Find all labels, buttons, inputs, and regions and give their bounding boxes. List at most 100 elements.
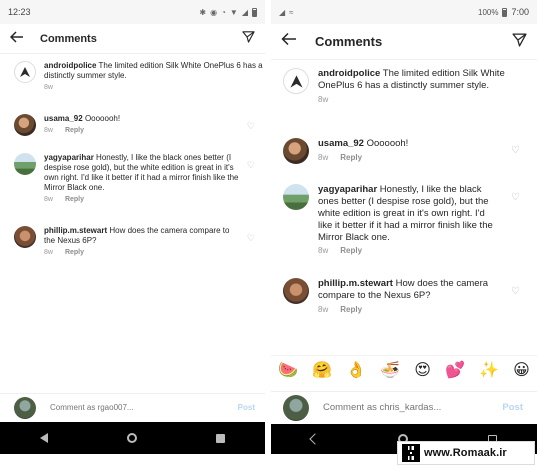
avatar[interactable] <box>283 68 309 94</box>
comment-meta: 8w Reply <box>318 153 537 162</box>
signal-icon: ◢ <box>279 7 286 17</box>
heart-icon[interactable]: ♡ <box>247 121 255 132</box>
avatar[interactable] <box>14 153 36 175</box>
comment-input[interactable] <box>50 403 238 412</box>
emoji-hugging-face[interactable]: 🤗 <box>312 360 332 379</box>
emoji-sparkles[interactable]: ✨ <box>479 360 499 379</box>
paper-plane-icon[interactable] <box>242 30 255 48</box>
comment-meta: 8w <box>44 84 265 91</box>
avatar[interactable] <box>283 138 309 164</box>
avatar[interactable] <box>14 61 36 83</box>
page-title: Comments <box>40 32 97 45</box>
comment-text: androidpolice The limited edition Silk W… <box>44 61 265 81</box>
emoji-ok-hand[interactable]: 👌 <box>346 360 366 379</box>
reply-button[interactable]: Reply <box>340 153 362 162</box>
battery-icon <box>502 7 508 17</box>
heart-icon[interactable]: ♡ <box>247 233 255 244</box>
comment-username[interactable]: yagyaparihar <box>318 184 377 195</box>
heart-icon[interactable]: ♡ <box>247 160 255 171</box>
avatar <box>283 394 309 421</box>
comment-body: androidpolice The limited edition Silk W… <box>318 68 537 104</box>
comment-composer: Post <box>0 393 265 421</box>
comment-body: phillip.m.stewart How does the camera co… <box>44 226 265 256</box>
comment-body: phillip.m.stewart How does the camera co… <box>318 278 537 314</box>
comment-age: 8w <box>44 196 53 203</box>
avatar <box>14 396 36 419</box>
comment-meta: 8w Reply <box>44 127 265 134</box>
comment-item: phillip.m.stewart How does the camera co… <box>0 226 265 256</box>
comment-username[interactable]: phillip.m.stewart <box>44 226 107 235</box>
avatar[interactable] <box>14 114 36 136</box>
wifi-icon: ▼ <box>229 7 238 17</box>
heart-icon[interactable]: ♡ <box>511 286 520 297</box>
comment-age: 8w <box>44 84 53 91</box>
comment-composer: Post <box>271 391 537 423</box>
emoji-grinning[interactable]: 😀 <box>513 360 530 379</box>
comment-input[interactable] <box>323 402 503 413</box>
reply-button[interactable]: Reply <box>340 246 362 255</box>
avatar[interactable] <box>14 226 36 248</box>
app-bar: Comments <box>271 24 537 60</box>
comment-username[interactable]: androidpolice <box>318 68 380 79</box>
battery-percent: 100% <box>478 7 499 17</box>
caption-comment: androidpolice The limited edition Silk W… <box>0 61 265 91</box>
comment-username[interactable]: usama_92 <box>318 138 364 149</box>
status-bar: ◢ ≈ 100% 7:00 <box>271 0 537 24</box>
alarm-icon: ◔ <box>221 7 226 17</box>
reply-button[interactable]: Reply <box>340 305 362 314</box>
post-button[interactable]: Post <box>238 403 255 412</box>
comment-meta: 8w Reply <box>44 196 239 203</box>
comment-body: usama_92 Ooooooh! 8w Reply <box>318 138 537 164</box>
emoji-two-hearts[interactable]: 💕 <box>445 360 465 379</box>
signal-icon: ◢ <box>241 7 248 17</box>
comment-text: phillip.m.stewart How does the camera co… <box>318 278 497 302</box>
heart-icon[interactable]: ♡ <box>511 192 520 203</box>
wifi-icon: ≈ <box>289 7 294 17</box>
status-icons: 100% 7:00 <box>478 7 529 17</box>
heart-icon[interactable]: ♡ <box>511 145 520 156</box>
comment-username[interactable]: usama_92 <box>44 114 83 123</box>
emoji-heart-eyes[interactable]: 😍 <box>414 360 431 379</box>
nav-back-icon[interactable] <box>309 433 321 445</box>
comment-message: Ooooooh! <box>84 114 121 123</box>
avatar[interactable] <box>283 278 309 304</box>
emoji-quick-bar: 🍉 🤗 👌 🍜 😍 💕 ✨ 😀 <box>271 355 537 383</box>
nav-recents-icon[interactable] <box>216 433 226 443</box>
android-police-logo-icon <box>289 74 303 88</box>
emoji-noodles[interactable]: 🍜 <box>380 360 400 379</box>
comment-username[interactable]: androidpolice <box>44 61 96 70</box>
nav-home-icon[interactable] <box>126 433 137 443</box>
comment-age: 8w <box>318 304 329 314</box>
comment-text: androidpolice The limited edition Silk W… <box>318 68 507 92</box>
comment-text: yagyaparihar Honestly, I like the black … <box>318 184 497 243</box>
comment-age: 8w <box>318 246 329 256</box>
bluetooth-icon: ✱ <box>199 7 207 17</box>
comment-meta: 8w Reply <box>44 249 239 256</box>
emoji-watermelon[interactable]: 🍉 <box>278 360 298 379</box>
comment-text: usama_92 Ooooooh! <box>44 114 265 124</box>
comment-meta: 8w Reply <box>318 305 497 314</box>
watermark-text: www.Romaak.ir <box>424 447 507 459</box>
status-time: 7:00 <box>511 7 529 17</box>
reply-button[interactable]: Reply <box>65 127 84 134</box>
nav-back-icon[interactable] <box>39 433 48 443</box>
comment-item: usama_92 Ooooooh! 8w Reply ♡ <box>0 114 265 136</box>
avatar[interactable] <box>283 184 309 210</box>
comment-body: usama_92 Ooooooh! 8w Reply <box>44 114 265 136</box>
comment-username[interactable]: yagyaparihar <box>44 153 94 162</box>
comment-item: usama_92 Ooooooh! 8w Reply ♡ <box>271 138 537 164</box>
comment-meta: 8w <box>318 95 507 104</box>
left-phone-screen: 12:23 ✱ ◉ ◔ ▼ ◢ Comments androidpolice T… <box>0 0 265 462</box>
reply-button[interactable]: Reply <box>65 196 84 203</box>
watermark: www.Romaak.ir <box>397 441 535 465</box>
qr-code-icon <box>402 444 420 462</box>
post-button[interactable]: Post <box>502 402 523 413</box>
status-icons: ✱ ◉ ◔ ▼ ◢ <box>199 7 257 17</box>
caption-comment: androidpolice The limited edition Silk W… <box>271 68 537 104</box>
comment-username[interactable]: phillip.m.stewart <box>318 278 393 289</box>
reply-button[interactable]: Reply <box>65 249 84 256</box>
paper-plane-icon[interactable] <box>512 32 527 52</box>
comment-body: yagyaparihar Honestly, I like the black … <box>44 153 265 203</box>
back-arrow-icon[interactable] <box>281 32 297 51</box>
back-arrow-icon[interactable] <box>9 30 24 48</box>
